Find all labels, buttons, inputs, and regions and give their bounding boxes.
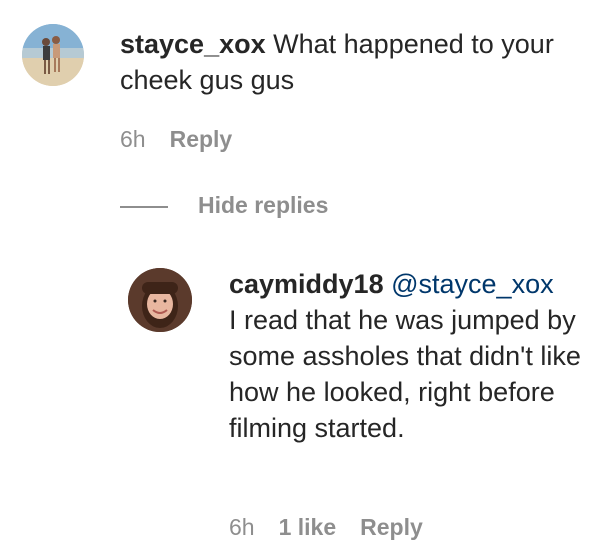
hide-replies-button[interactable]: Hide replies: [120, 190, 328, 220]
reply-message: I read that he was jumped by some asshol…: [229, 305, 581, 443]
avatar-photo-icon: [22, 24, 84, 86]
comment-username[interactable]: stayce_xox: [120, 29, 266, 59]
reply-username[interactable]: caymiddy18: [229, 269, 384, 299]
divider: [120, 205, 168, 208]
hide-replies-label: Hide replies: [198, 192, 329, 218]
comment-text: stayce_xox What happened to your cheek g…: [120, 26, 590, 98]
avatar[interactable]: [22, 24, 84, 86]
avatar[interactable]: [128, 268, 192, 332]
reply-button[interactable]: Reply: [360, 514, 423, 540]
comment-meta: 6h Reply: [120, 124, 256, 154]
avatar-photo-icon: [128, 268, 192, 332]
likes-count[interactable]: 1 like: [279, 514, 337, 540]
reply-button[interactable]: Reply: [170, 126, 233, 152]
reply-time: 6h: [229, 514, 255, 540]
comment-time: 6h: [120, 126, 146, 152]
reply-text: caymiddy18 @stayce_xox I read that he was…: [229, 266, 589, 446]
reply-meta: 6h 1 like Reply: [229, 512, 447, 542]
reply-mention[interactable]: @stayce_xox: [391, 269, 553, 299]
